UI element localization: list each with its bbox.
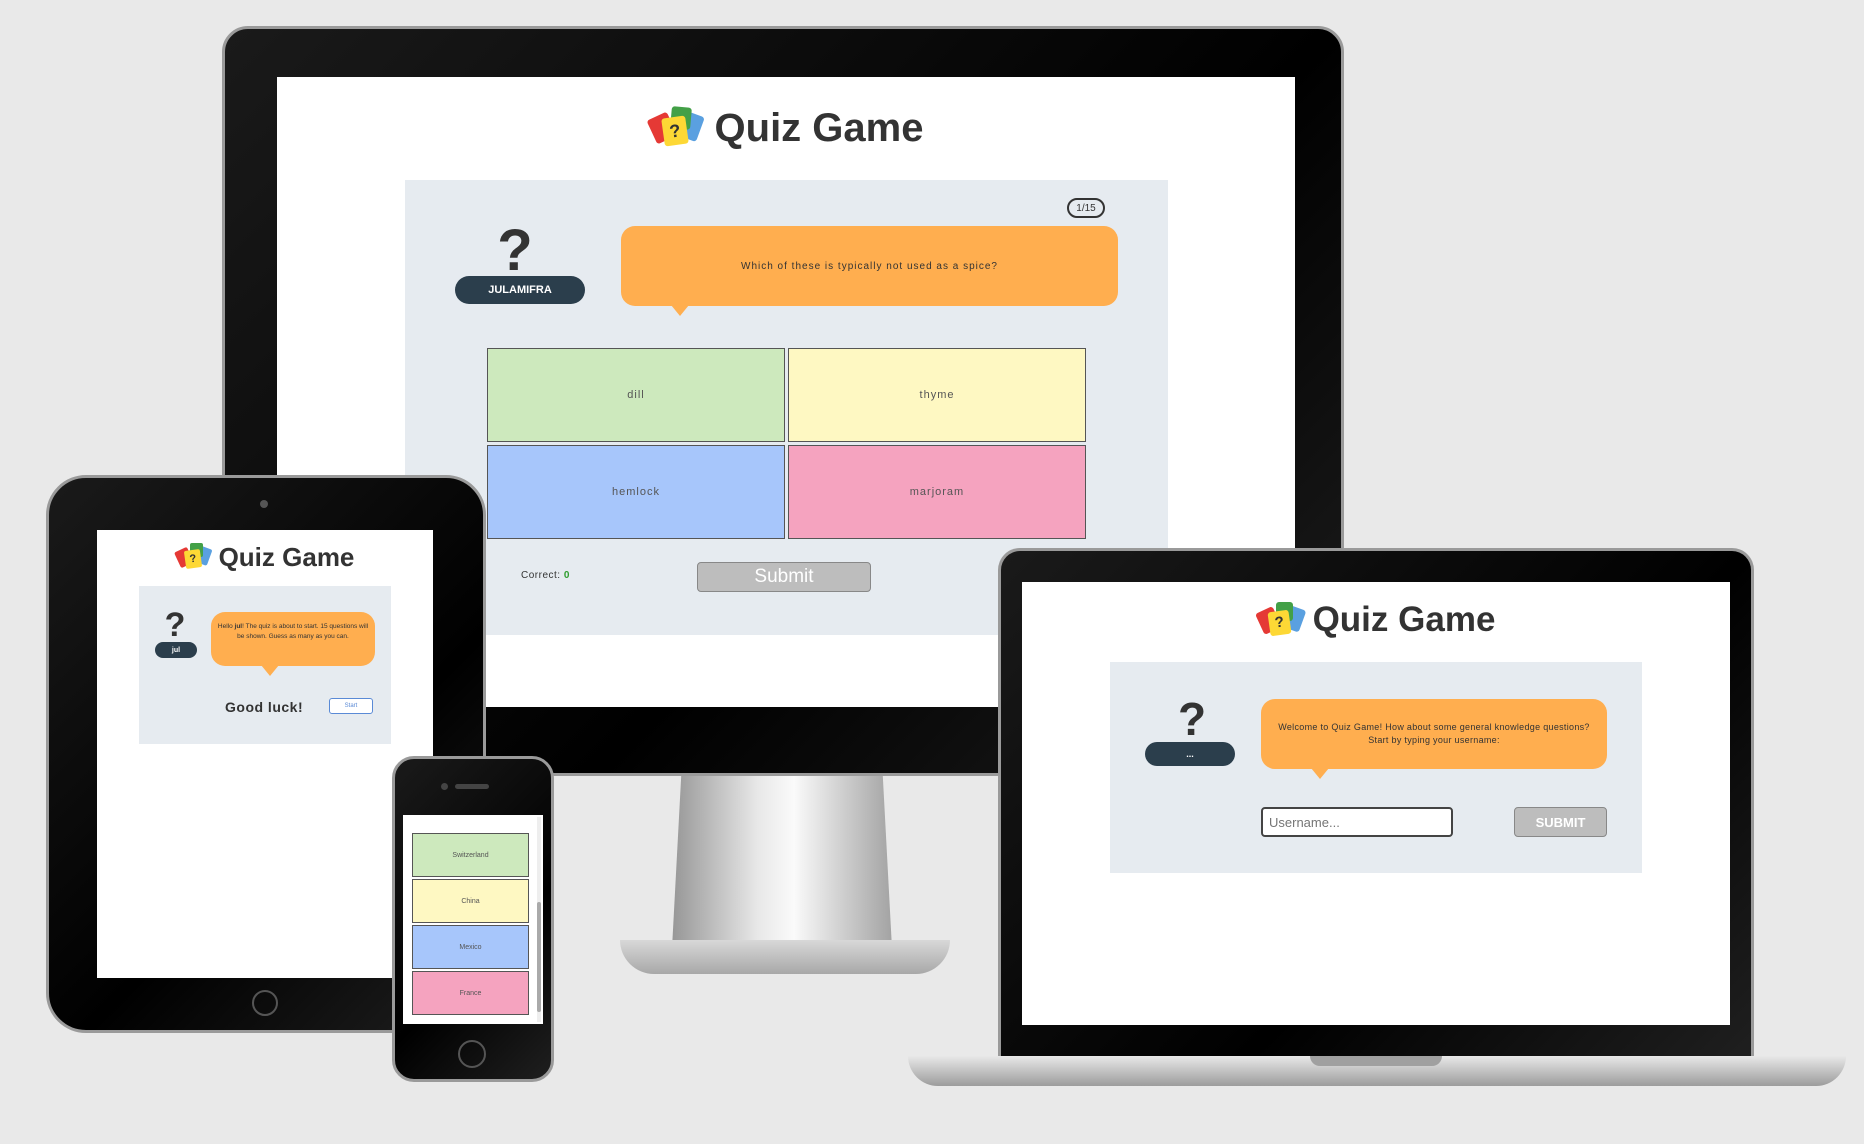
phone-answer-option-2[interactable]: China (412, 879, 529, 923)
app-title: Quiz Game (218, 541, 355, 572)
question-mark-icon: ? (164, 606, 186, 644)
laptop-screen: ? Quiz Game ? ... Welcome to Quiz Game! … (1022, 582, 1730, 1025)
monitor-stand-base (620, 940, 950, 974)
laptop-quiz-card: ? ... Welcome to Quiz Game! How about so… (1110, 662, 1642, 873)
greeting-name: jul (234, 623, 243, 630)
phone-speaker (455, 784, 489, 789)
correct-label: Correct: (521, 570, 561, 581)
start-button[interactable]: Start (329, 698, 373, 714)
answer-option-3[interactable]: hemlock (487, 445, 785, 539)
quiz-cards-logo-icon: ? (1254, 602, 1307, 638)
greeting-pre: Hello (217, 623, 235, 630)
greeting-post: ! The quiz is about to start. 15 questio… (237, 623, 369, 640)
tablet-header: ? Quiz Game (97, 540, 433, 574)
correct-score: Correct: 0 (521, 570, 570, 581)
desktop-header: ? Quiz Game (277, 103, 1295, 153)
phone-answer-option-1[interactable]: Switzerland (412, 833, 529, 877)
phone-answer-option-3[interactable]: Mexico (412, 925, 529, 969)
greeting-bubble: Hello jul! The quiz is about to start. 1… (211, 612, 375, 676)
laptop-header: ? Quiz Game (1022, 598, 1730, 642)
question-mark-icon: ? (1177, 693, 1207, 745)
correct-value: 0 (563, 570, 570, 581)
quiz-cards-logo-icon: ? (646, 106, 707, 149)
laptop-notch (1310, 1056, 1442, 1066)
question-mark-icon: ? (497, 218, 533, 283)
username-badge: JULAMIFRA (455, 276, 585, 304)
tablet-camera-icon (260, 500, 268, 508)
username-input[interactable] (1261, 807, 1453, 837)
tablet-screen: ? Quiz Game ? jul Hello jul! The quiz is… (97, 530, 433, 978)
question-bubble: Which of these is typically not used as … (621, 226, 1118, 316)
answer-option-4[interactable]: marjoram (788, 445, 1086, 539)
app-title: Quiz Game (714, 105, 924, 150)
question-counter: 1/15 (1067, 198, 1105, 218)
monitor-stand-neck (671, 776, 893, 956)
phone-camera-icon (441, 783, 448, 790)
answer-option-2[interactable]: thyme (788, 348, 1086, 442)
phone-screen: Switzerland China Mexico France (403, 815, 543, 1024)
tablet-quiz-card: ? jul Hello jul! The quiz is about to st… (139, 586, 391, 744)
answer-option-1[interactable]: dill (487, 348, 785, 442)
good-luck-text: Good luck! (225, 699, 304, 715)
username-submit-button[interactable]: SUBMIT (1514, 807, 1607, 837)
submit-button[interactable]: Submit (697, 562, 871, 592)
welcome-bubble: Welcome to Quiz Game! How about some gen… (1261, 699, 1607, 779)
username-badge: jul (155, 642, 197, 658)
phone-home-button[interactable] (458, 1040, 486, 1068)
phone-scrollbar[interactable] (537, 817, 541, 1022)
username-badge: ... (1145, 742, 1235, 766)
app-title: Quiz Game (1312, 600, 1496, 639)
phone-answer-option-4[interactable]: France (412, 971, 529, 1015)
quiz-cards-logo-icon: ? (173, 543, 214, 571)
tablet-home-button[interactable] (252, 990, 278, 1016)
